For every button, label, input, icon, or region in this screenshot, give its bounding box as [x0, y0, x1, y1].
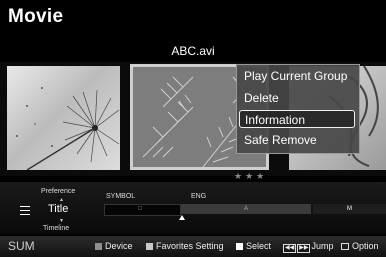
favorites-label: Favorites Setting [156, 241, 224, 251]
index-pointer-icon [179, 215, 185, 220]
menu-item-safe-remove[interactable]: Safe Remove [239, 131, 355, 149]
menu-item-play-current-group[interactable]: Play Current Group [239, 67, 355, 85]
fast-forward-icon: ▶▶ [297, 244, 311, 253]
rewind-icon: ◀◀ [283, 244, 297, 253]
index-eng-label: ENG [191, 193, 207, 200]
select-label: Select [246, 241, 272, 251]
device-label: Device [105, 241, 133, 251]
sum-label: SUM [8, 239, 35, 253]
option-button[interactable]: Option [341, 241, 379, 251]
tools-icon [341, 243, 349, 250]
menu-item-delete[interactable]: Delete [239, 89, 355, 107]
dandelion-image [16, 87, 120, 170]
favorites-setting-button[interactable]: Favorites Setting [146, 241, 224, 251]
jump-label: Jump [311, 241, 334, 251]
select-button[interactable]: Select [236, 241, 271, 251]
index-bar-symbol[interactable] [104, 204, 181, 216]
menu-item-information[interactable]: Information [239, 110, 355, 128]
context-menu: Play Current Group Delete Information Sa… [236, 64, 360, 154]
page-title: Movie [8, 6, 64, 27]
movie-browser-screen: Movie ABC.avi ★★★ Play Current Group Del… [0, 0, 386, 257]
chevron-down-icon[interactable]: ▼ [59, 218, 64, 224]
rating-stars: ★★★ [234, 171, 268, 181]
gray-key-icon [95, 243, 102, 250]
index-mark-symbol: □ [138, 206, 142, 212]
enter-key-icon [236, 243, 243, 250]
light-key-icon [146, 243, 153, 250]
list-icon [20, 206, 30, 215]
index-mark-a: A [244, 206, 249, 212]
jump-button[interactable]: ◀◀ ▶▶ Jump [283, 241, 333, 253]
index-symbol-label: SYMBOL [106, 193, 136, 200]
index-mark-m: M [347, 206, 352, 212]
sort-option-preference[interactable]: Preference [41, 188, 75, 195]
option-label: Option [352, 241, 379, 251]
sort-current-title[interactable]: Title [48, 203, 68, 215]
device-button[interactable]: Device [95, 241, 133, 251]
sort-option-timeline[interactable]: Timeline [43, 225, 69, 232]
thumbnail-previous[interactable] [7, 66, 120, 170]
file-name-label: ABC.avi [171, 44, 215, 58]
